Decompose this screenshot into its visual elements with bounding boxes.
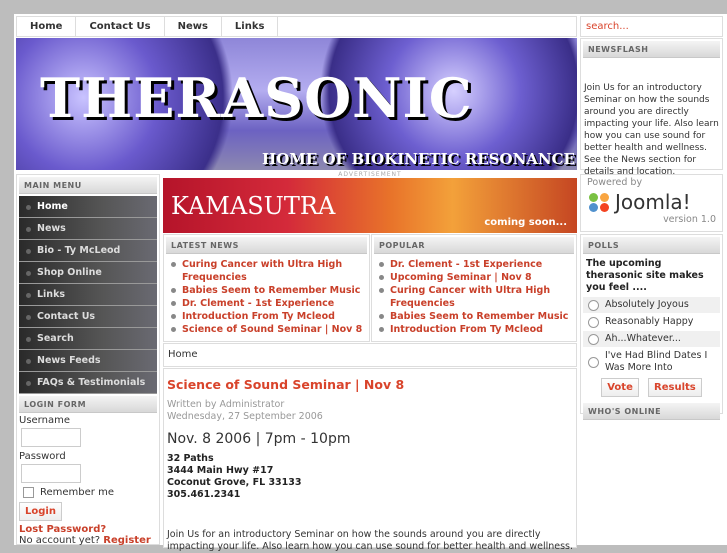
article-title[interactable]: Science of Sound Seminar | Nov 8 [167,377,573,392]
main-menu-heading: MAIN MENU [19,177,157,194]
poll-option-label: Ah...Whatever... [605,333,681,344]
password-input[interactable] [21,464,81,483]
advertisement-label: ADVERTISEMENT [163,172,577,178]
latest-news-item[interactable]: Curing Cancer with Ultra High Frequencie… [168,258,365,284]
article-date: Wednesday, 27 September 2006 [167,411,323,422]
address-line: 3444 Main Hwy #17 [167,465,274,476]
popular-heading: POPULAR [374,237,574,254]
poll-question: The upcoming therasonic site makes you f… [586,258,704,293]
nav-news[interactable]: News [165,17,222,36]
popular-item[interactable]: Upcoming Seminar | Nov 8 [376,271,572,284]
address-line: 32 Paths [167,453,214,464]
popular-item[interactable]: Babies Seem to Remember Music [376,310,572,323]
article-body: Join Us for an introductory Seminar on h… [167,529,574,552]
left-column: MAIN MENU Home News Bio - Ty McLeod Shop… [16,174,160,546]
poll-option[interactable]: Ah...Whatever... [583,331,720,347]
latest-news-module: LATEST NEWS Curing Cancer with Ultra Hig… [163,234,370,342]
whos-online-heading: WHO'S ONLINE [583,403,720,420]
login-form: Username Password Remember me Login Lost… [17,415,159,546]
search-input[interactable]: search... [580,16,723,37]
vote-button[interactable]: Vote [601,378,639,397]
username-label: Username [19,415,70,426]
latest-news-item[interactable]: Dr. Clement - 1st Experience [168,297,365,310]
poll-option-label: Absolutely Joyous [605,299,689,310]
nav-links[interactable]: Links [222,17,279,36]
password-label: Password [19,451,66,462]
menu-item-bio[interactable]: Bio - Ty McLeod [19,240,157,262]
poll-radio[interactable] [588,299,599,311]
latest-news-item[interactable]: Babies Seem to Remember Music [168,284,365,297]
no-account-text: No account yet? [19,535,101,546]
login-form-heading: LOGIN FORM [19,396,157,413]
nav-contact-us[interactable]: Contact Us [76,17,165,36]
article-headline: Nov. 8 2006 | 7pm - 10pm [167,431,351,447]
menu-item-search[interactable]: Search [19,328,157,350]
advertisement-banner[interactable]: ADVERTISEMENT KAMASUTRA coming soon... [163,172,577,233]
poll-option-label: Reasonably Happy [605,316,694,327]
menu-item-news-feeds[interactable]: News Feeds [19,350,157,372]
latest-news-item[interactable]: Introduction From Ty Mcleod [168,310,365,323]
site-tagline: HOME OF BIOKINETIC RESONANCE [262,150,575,168]
latest-news-heading: LATEST NEWS [166,237,367,254]
nav-home[interactable]: Home [17,17,77,36]
register-link[interactable]: Register [103,535,151,546]
address-phone: 305.461.2341 [167,489,241,500]
joomla-brand: Joomla! [615,190,691,214]
menu-item-shop-online[interactable]: Shop Online [19,262,157,284]
results-button[interactable]: Results [648,378,702,397]
powered-by-joomla[interactable]: Powered by Joomla! version 1.0 [580,174,723,232]
poll-option-label: I've Had Blind Dates I Was More Into [605,350,708,373]
article: Science of Sound Seminar | Nov 8 Written… [163,368,577,552]
login-button[interactable]: Login [19,502,62,521]
menu-item-news[interactable]: News [19,218,157,240]
poll-radio[interactable] [588,316,599,328]
username-input[interactable] [21,428,81,447]
article-address: 32 Paths 3444 Main Hwy #17 Coconut Grove… [167,453,573,501]
powered-by-label: Powered by [587,177,643,188]
menu-item-faqs[interactable]: FAQs & Testimonials [19,372,157,394]
article-author: Written by Administrator [167,399,285,410]
menu-item-home[interactable]: Home [19,196,157,218]
top-nav: Home Contact Us News Links [16,16,577,37]
remember-me-checkbox[interactable] [23,487,34,498]
lost-password-link[interactable]: Lost Password? [19,524,157,535]
header-banner: THERASONIC HOME OF BIOKINETIC RESONANCE [16,38,577,170]
joomla-version: version 1.0 [663,214,716,225]
poll-option[interactable]: Absolutely Joyous [583,297,720,313]
poll-radio[interactable] [588,356,599,368]
remember-me-label: Remember me [40,487,114,498]
poll-radio[interactable] [588,333,599,345]
popular-item[interactable]: Introduction From Ty Mcleod [376,323,572,336]
popular-item[interactable]: Curing Cancer with Ultra High Frequencie… [376,284,572,310]
newsflash-heading: NEWSFLASH [583,41,720,58]
ad-tagline: coming soon... [484,217,567,228]
joomla-logo-icon [587,191,613,213]
popular-module: POPULAR Dr. Clement - 1st Experience Upc… [371,234,577,342]
popular-item[interactable]: Dr. Clement - 1st Experience [376,258,572,271]
polls-module: POLLS The upcoming therasonic site makes… [580,234,723,420]
polls-heading: POLLS [583,237,720,254]
newsflash-text: Join Us for an introductory Seminar on h… [584,83,719,177]
menu-item-contact-us[interactable]: Contact Us [19,306,157,328]
poll-option[interactable]: Reasonably Happy [583,314,720,330]
main-menu: Home News Bio - Ty McLeod Shop Online Li… [17,196,159,394]
breadcrumb-home[interactable]: Home [168,349,198,360]
newsflash-module: NEWSFLASH Join Us for an introductory Se… [580,38,723,177]
address-line: Coconut Grove, FL 33133 [167,477,302,488]
menu-item-links[interactable]: Links [19,284,157,306]
site-logo-title: THERASONIC [40,66,473,130]
poll-option[interactable]: I've Had Blind Dates I Was More Into [583,348,720,376]
ad-brand: KAMASUTRA [171,192,336,220]
latest-news-item[interactable]: Science of Sound Seminar | Nov 8 [168,323,365,336]
breadcrumb: Home [163,343,577,367]
